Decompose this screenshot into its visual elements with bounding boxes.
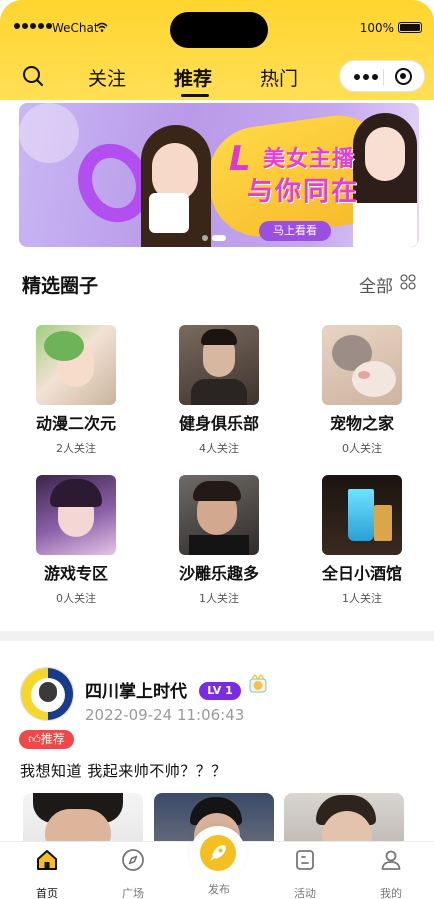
rocket-icon <box>210 845 226 861</box>
pager-dot-active <box>212 235 226 241</box>
circle-thumbnail <box>322 475 402 555</box>
tab-activity[interactable]: 活动 <box>275 848 335 899</box>
view-all-link[interactable]: 全部 <box>359 272 393 297</box>
circle-name: 动漫二次元 <box>35 414 116 433</box>
camera-notch <box>170 12 268 48</box>
host-face-right <box>365 127 405 181</box>
decor-bubble <box>19 103 79 163</box>
carrier-label: WeChat <box>52 21 99 35</box>
circle-thumbnail <box>179 475 259 555</box>
circle-name: 沙雕乐趣多 <box>178 564 259 583</box>
circle-item-pets[interactable]: 宠物之家 0人关注 <box>302 325 422 456</box>
active-tab-indicator <box>181 94 209 97</box>
recommend-tag: 👍︎推荐 <box>19 730 74 749</box>
author-avatar[interactable] <box>20 667 74 721</box>
activity-icon <box>296 850 314 870</box>
circle-name: 健身俱乐部 <box>178 414 259 433</box>
post-text: 我想知道 我起来帅不帅？？？ <box>20 762 227 780</box>
publish-button[interactable] <box>200 835 236 871</box>
circle-name: 游戏专区 <box>43 564 108 583</box>
close-miniprogram-icon[interactable] <box>395 68 412 85</box>
circle-followers: 0人关注 <box>342 442 382 455</box>
section-divider <box>0 631 434 641</box>
home-icon <box>37 850 57 870</box>
circle-item-games[interactable]: 游戏专区 0人关注 <box>16 475 136 606</box>
signal-icon <box>14 23 52 29</box>
search-icon[interactable] <box>22 65 44 87</box>
top-header: WeChat 100% 关注 推荐 热门 <box>0 0 434 100</box>
circle-followers: 1人关注 <box>342 592 382 605</box>
featured-title: 精选圈子 <box>22 275 99 297</box>
circle-followers: 0人关注 <box>56 592 96 605</box>
tab-home-label: 首页 <box>36 887 58 899</box>
promo-banner[interactable]: L 美女主播 与你同在 马上看看 <box>19 103 419 247</box>
author-name[interactable]: 四川掌上时代 <box>85 677 187 702</box>
recommend-tag-label: 推荐 <box>40 732 65 746</box>
battery-icon <box>398 22 422 33</box>
pager-dot <box>202 235 208 241</box>
circle-thumbnail <box>36 475 116 555</box>
medal-icon <box>249 674 267 693</box>
battery-percentage: 100% <box>359 21 394 35</box>
tab-home[interactable]: 首页 <box>17 848 77 899</box>
banner-title-line1: 美女主播 <box>263 147 356 172</box>
tab-recommend[interactable]: 推荐 <box>174 64 212 91</box>
capsule-divider <box>383 69 384 85</box>
user-icon <box>381 850 401 870</box>
circle-item-anime[interactable]: 动漫二次元 2人关注 <box>16 325 136 456</box>
tab-hot[interactable]: 热门 <box>260 64 298 91</box>
tab-follow[interactable]: 关注 <box>88 64 126 91</box>
tab-mine-label: 我的 <box>380 887 402 899</box>
top-nav: 关注 推荐 热门 <box>0 58 434 98</box>
compass-icon <box>122 849 144 871</box>
banner-cta-button[interactable]: 马上看看 <box>259 221 331 241</box>
circle-followers: 1人关注 <box>199 592 239 605</box>
circle-thumbnail <box>179 325 259 405</box>
wifi-icon <box>96 22 108 32</box>
banner-title-line2: 与你同在 <box>247 177 360 207</box>
circle-item-fitness[interactable]: 健身俱乐部 4人关注 <box>159 325 279 456</box>
post-time: 2022-09-24 11:06:43 <box>85 706 245 724</box>
circle-name: 宠物之家 <box>329 414 394 433</box>
tab-activity-label: 活动 <box>294 887 316 899</box>
circle-followers: 2人关注 <box>56 442 96 455</box>
circle-thumbnail <box>322 325 402 405</box>
level-badge: LV 1 <box>199 682 241 700</box>
more-icon[interactable] <box>354 74 378 80</box>
thumbs-up-icon: 👍︎ <box>28 732 41 746</box>
tab-mine[interactable]: 我的 <box>361 848 421 899</box>
host-cup <box>149 193 189 233</box>
banner-pager <box>202 235 226 241</box>
tab-square-label: 广场 <box>122 887 144 899</box>
host-shirt-right <box>353 203 417 247</box>
circle-name: 全日小酒馆 <box>321 564 402 583</box>
grid-icon[interactable] <box>400 274 416 290</box>
tab-publish-label: 发布 <box>208 883 230 896</box>
miniprogram-capsule <box>339 60 425 92</box>
circle-item-funny[interactable]: 沙雕乐趣多 1人关注 <box>159 475 279 606</box>
circle-item-bar[interactable]: 全日小酒馆 1人关注 <box>302 475 422 606</box>
circle-followers: 4人关注 <box>199 442 239 455</box>
tab-square[interactable]: 广场 <box>103 848 163 899</box>
circle-thumbnail <box>36 325 116 405</box>
